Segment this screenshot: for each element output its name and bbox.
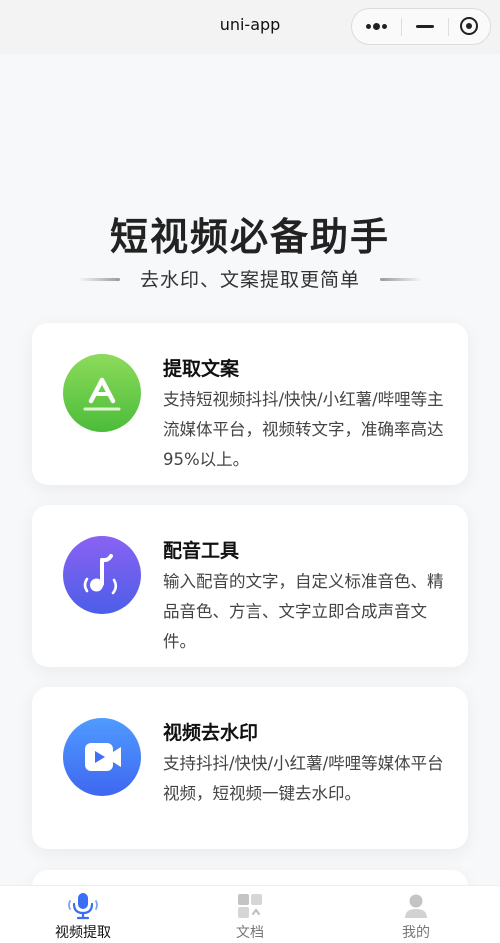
hero-subtitle-row: 去水印、文案提取更简单 <box>0 265 500 293</box>
minimize-icon <box>416 25 434 28</box>
card-extract-copy[interactable]: 提取文案 支持短视频抖抖/快快/小红薯/哔哩等主流媒体平台，视频转文字，准确率高… <box>32 323 468 485</box>
more-dots-icon <box>366 23 388 31</box>
tab-label: 视频提取 <box>55 925 111 941</box>
more-button[interactable] <box>352 9 400 44</box>
mini-program-capsule <box>351 8 491 45</box>
card-description: 支持抖抖/快快/小红薯/哔哩等媒体平台视频，短视频一键去水印。 <box>163 754 444 803</box>
tab-mine[interactable]: 我的 <box>356 886 476 943</box>
minimize-button[interactable] <box>402 9 448 44</box>
close-button[interactable] <box>449 9 491 44</box>
hero-subtitle: 去水印、文案提取更简单 <box>139 269 360 291</box>
tab-documents[interactable]: 文档 <box>190 886 310 943</box>
subtitle-line-right <box>380 278 422 281</box>
app-store-a-icon <box>63 354 141 432</box>
navbar: uni-app <box>0 0 500 54</box>
music-note-icon <box>63 536 141 614</box>
card-remove-watermark[interactable]: 视频去水印 支持抖抖/快快/小红薯/哔哩等媒体平台视频，短视频一键去水印。 <box>32 687 468 849</box>
card-description: 输入配音的文字，自定义标准音色、精品音色、方言、文字立即合成声音文件。 <box>163 572 444 651</box>
tab-label: 我的 <box>402 925 430 941</box>
card-title: 视频去水印 <box>163 722 259 744</box>
close-target-icon <box>460 17 478 35</box>
user-icon <box>400 891 432 921</box>
card-title: 提取文案 <box>163 358 240 380</box>
card-description: 支持短视频抖抖/快快/小红薯/哔哩等主流媒体平台，视频转文字，准确率高达95%以… <box>163 390 444 469</box>
video-play-icon <box>63 718 141 796</box>
document-grid-icon <box>234 891 266 921</box>
card-title: 配音工具 <box>163 540 240 562</box>
card-voice-tool[interactable]: 配音工具 输入配音的文字，自定义标准音色、精品音色、方言、文字立即合成声音文件。 <box>32 505 468 667</box>
hero-title: 短视频必备助手 <box>109 215 390 259</box>
tab-label: 文档 <box>236 925 264 941</box>
tab-video-extract[interactable]: 视频提取 <box>23 886 143 943</box>
microphone-icon <box>67 891 99 921</box>
bottom-tab-bar: 视频提取 文档 我的 <box>0 885 500 943</box>
